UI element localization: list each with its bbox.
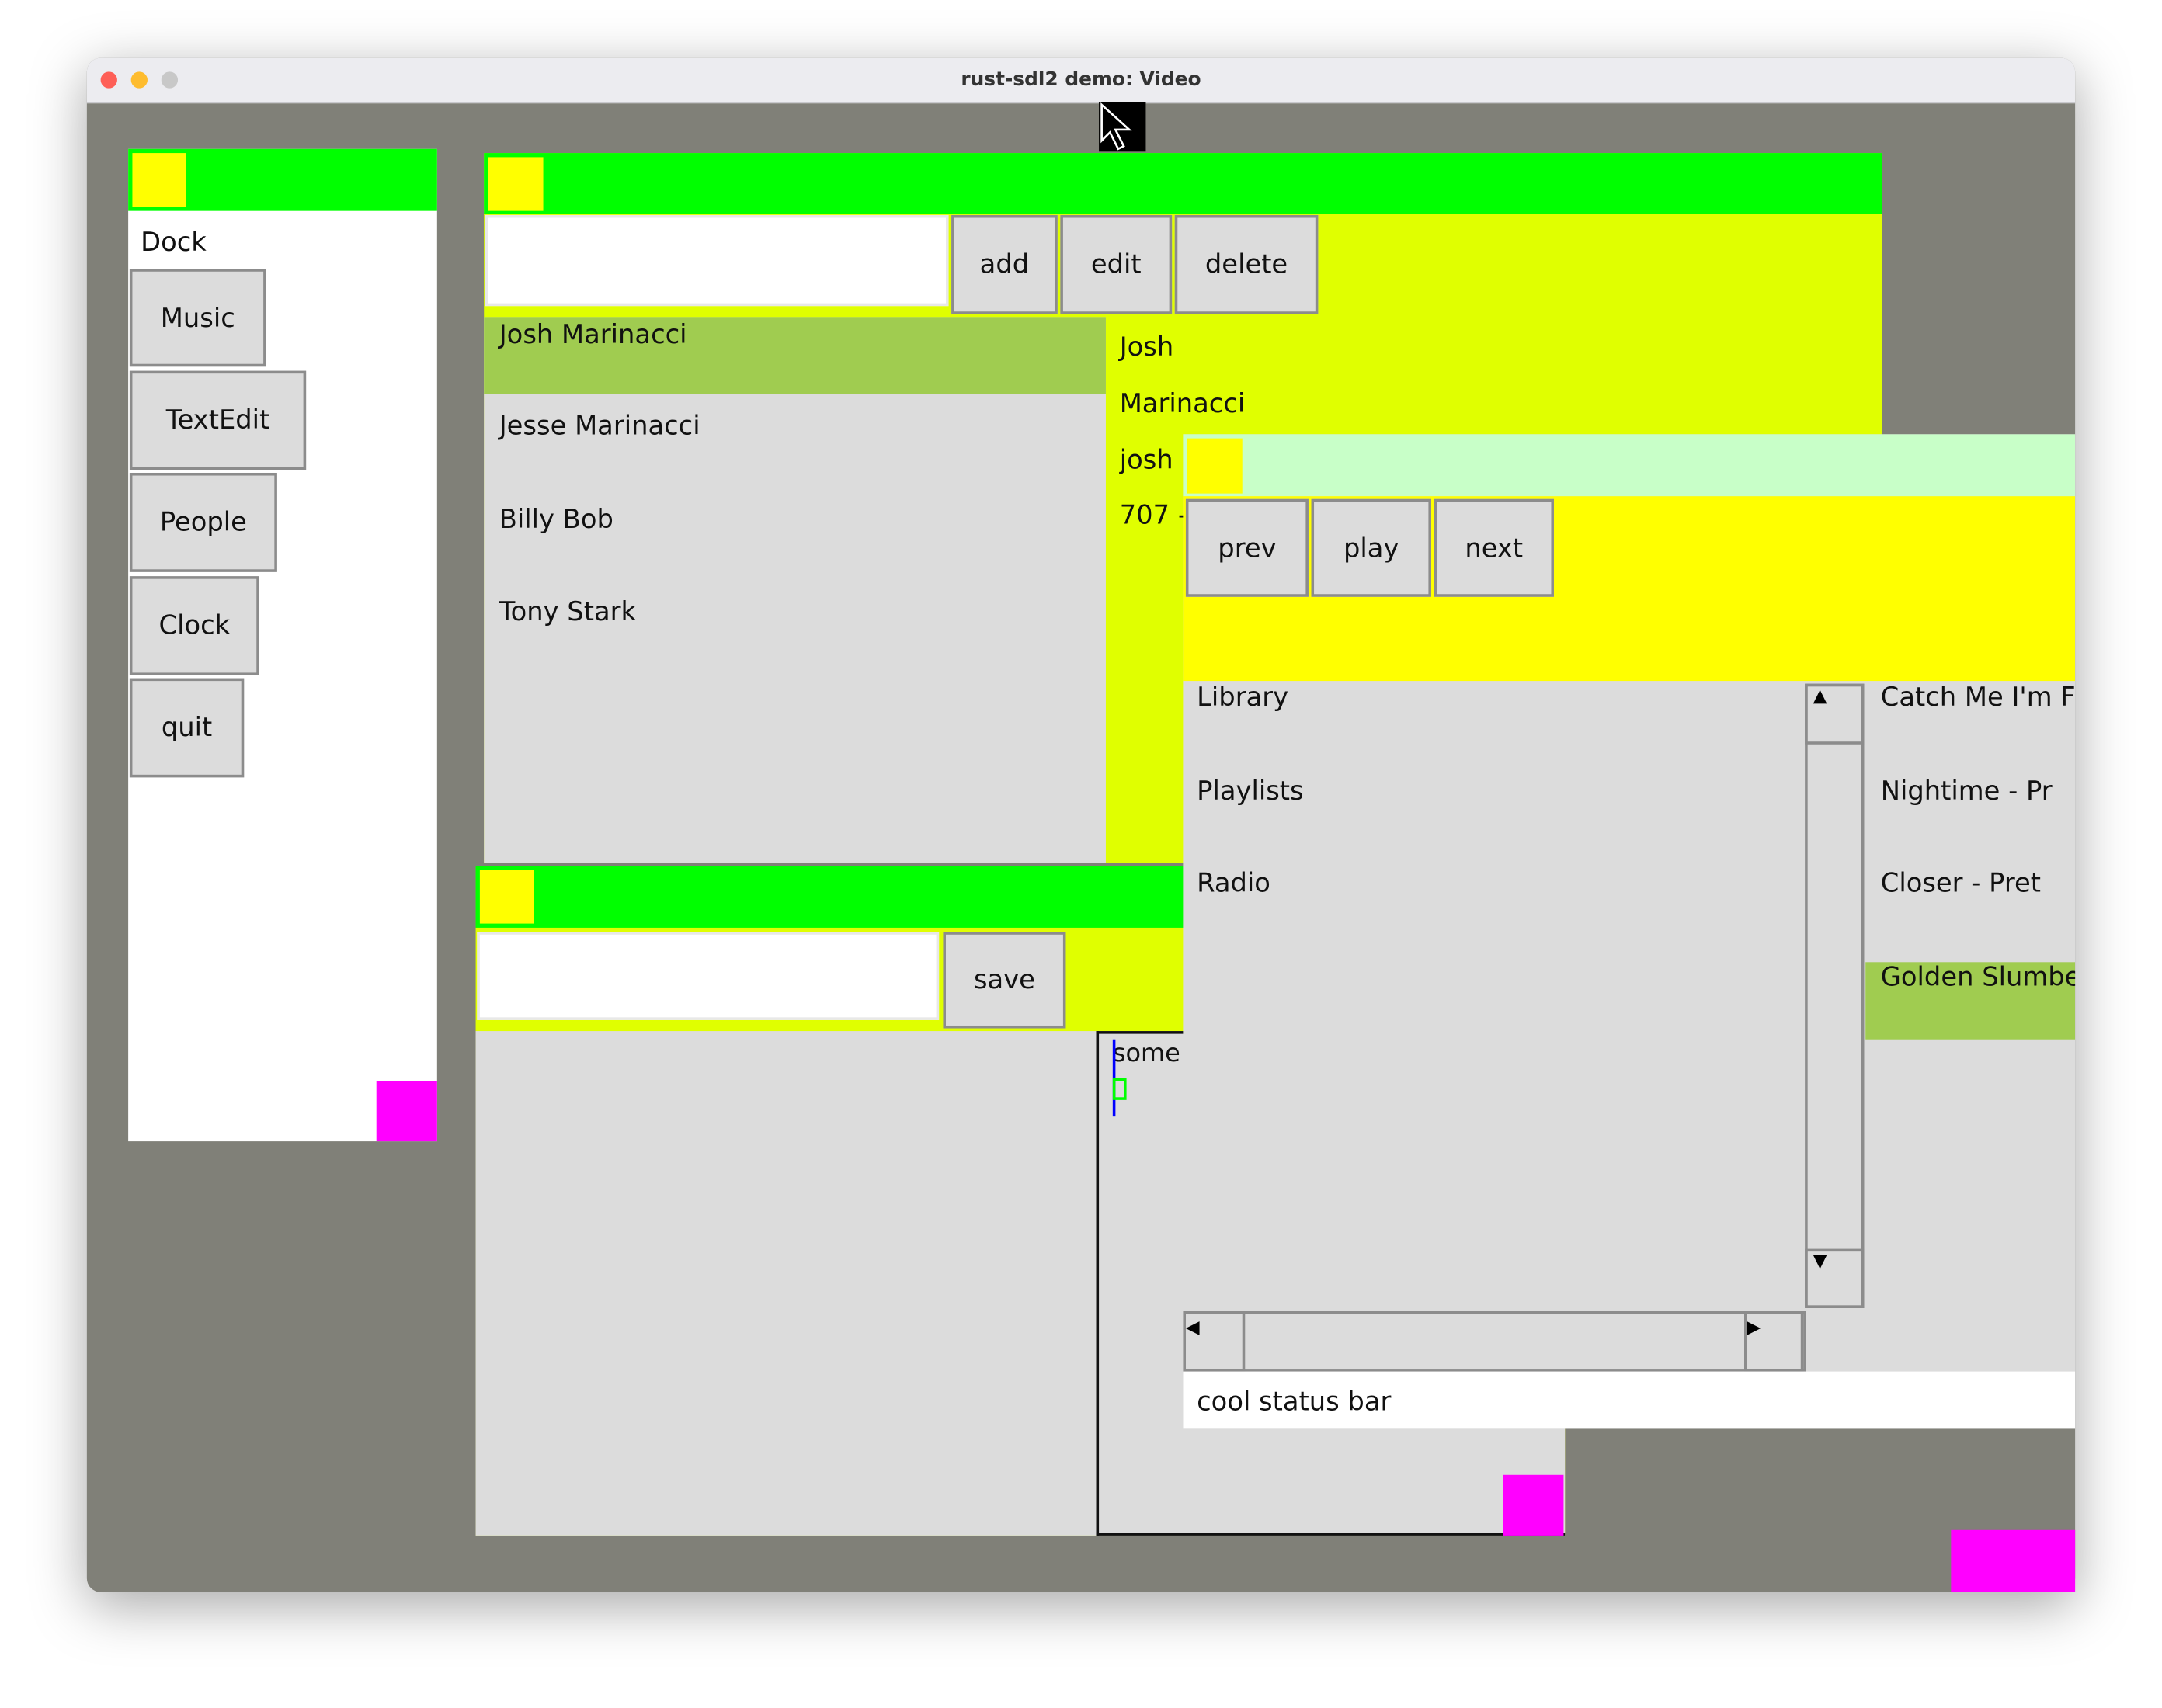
dock-title: Dock	[141, 227, 207, 259]
people-close-box[interactable]	[488, 157, 544, 211]
contact-name: Billy Bob	[499, 504, 613, 535]
music-window: prev play next Library Playlists Radio ▲…	[1183, 434, 2076, 1429]
source-playlists[interactable]: Playlists	[1197, 776, 1303, 807]
clock-button[interactable]: Clock	[129, 576, 259, 675]
file-list	[475, 1031, 1097, 1536]
status-bar: cool status bar	[1183, 1371, 2076, 1429]
detail-phone: 707 -	[1119, 500, 1188, 531]
desktop-resize-handle[interactable]	[1951, 1529, 2076, 1592]
vertical-scrollbar[interactable]: ▲ ▼	[1805, 683, 1865, 1308]
track-row[interactable]: Catch Me I'm F	[1881, 682, 2075, 713]
play-button[interactable]: play	[1311, 498, 1431, 597]
textedit-button[interactable]: TextEdit	[129, 370, 307, 470]
contact-row[interactable]: Jesse Marinacci	[484, 397, 1106, 474]
window-title: rust-sdl2 demo: Video	[961, 68, 1201, 92]
scroll-left-arrow-icon[interactable]: ◀	[1183, 1311, 1246, 1372]
contact-row[interactable]: Tony Stark	[484, 583, 1106, 660]
edit-button[interactable]: edit	[1060, 214, 1173, 314]
scroll-up-arrow-icon[interactable]: ▲	[1805, 683, 1865, 745]
track-row[interactable]: Nightime - Pr	[1881, 776, 2053, 807]
people-button[interactable]: People	[129, 472, 277, 572]
save-button[interactable]: save	[943, 932, 1066, 1029]
contact-name: Tony Stark	[499, 596, 637, 627]
caret-box	[1112, 1078, 1127, 1100]
title-bar: rust-sdl2 demo: Video	[86, 57, 2076, 104]
people-search-input[interactable]	[485, 214, 949, 307]
textedit-resize-handle[interactable]	[1503, 1474, 1564, 1536]
dock-close-box[interactable]	[132, 153, 186, 207]
zoom-icon[interactable]	[161, 71, 179, 89]
horizontal-scrollbar[interactable]: ◀ ▶	[1183, 1311, 1806, 1372]
track-row-selected[interactable]: Golden Slumbe	[1865, 962, 2076, 1040]
music-close-box[interactable]	[1187, 438, 1243, 494]
textedit-close-box[interactable]	[479, 870, 534, 924]
minimize-icon[interactable]	[130, 71, 148, 89]
contact-name: Jesse Marinacci	[499, 411, 700, 442]
source-radio[interactable]: Radio	[1197, 869, 1270, 899]
people-titlebar[interactable]	[484, 153, 1882, 214]
close-icon[interactable]	[100, 71, 117, 89]
contact-name: Josh Marinacci	[499, 319, 687, 350]
scroll-right-arrow-icon[interactable]: ▶	[1744, 1311, 1806, 1372]
contact-list: Josh Marinacci Jesse Marinacci Billy Bob…	[484, 317, 1106, 863]
detail-email: josh	[1119, 445, 1173, 476]
contact-row-selected[interactable]: Josh Marinacci	[484, 317, 1106, 394]
contact-row[interactable]: Billy Bob	[484, 491, 1106, 568]
dock-window: Dock Music TextEdit People Clock quit	[128, 148, 437, 1142]
music-button[interactable]: Music	[129, 269, 266, 367]
track-title: Golden Slumbe	[1880, 962, 2076, 993]
add-button[interactable]: add	[951, 214, 1058, 314]
quit-button[interactable]: quit	[129, 678, 245, 778]
track-row[interactable]: Closer - Pret	[1881, 869, 2041, 899]
music-titlebar[interactable]	[1183, 434, 2076, 497]
dock-resize-handle[interactable]	[376, 1080, 437, 1142]
next-button[interactable]: next	[1434, 498, 1554, 597]
text-content: some	[1112, 1039, 1180, 1069]
delete-button[interactable]: delete	[1174, 214, 1319, 314]
detail-first-name: Josh	[1119, 332, 1174, 363]
detail-last-name: Marinacci	[1119, 388, 1246, 419]
source-library[interactable]: Library	[1197, 682, 1288, 713]
scroll-down-arrow-icon[interactable]: ▼	[1805, 1248, 1865, 1308]
prev-button[interactable]: prev	[1185, 498, 1309, 597]
mouse-cursor-icon	[1099, 102, 1146, 152]
status-text: cool status bar	[1197, 1387, 1392, 1418]
filename-input[interactable]	[477, 932, 940, 1020]
